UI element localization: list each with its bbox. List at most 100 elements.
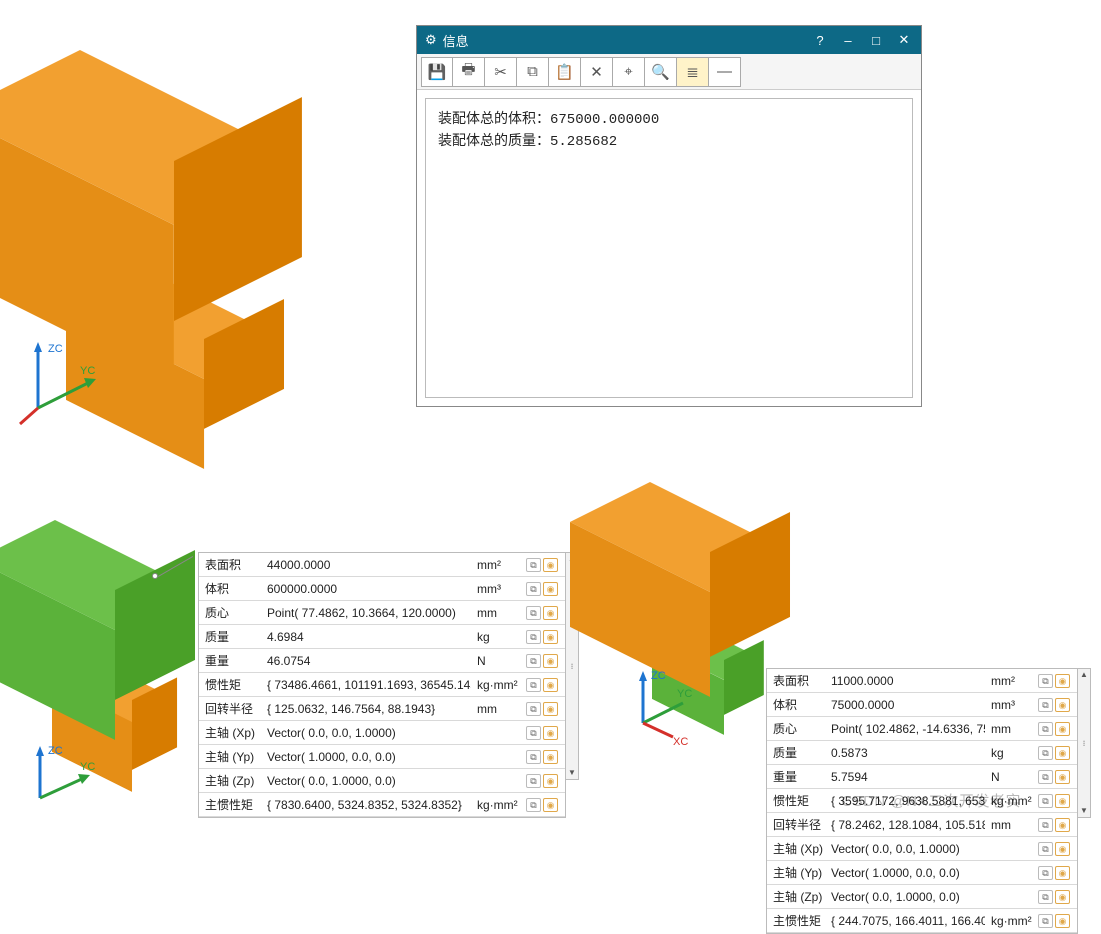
copy-icon[interactable]: ⧉	[1038, 842, 1053, 856]
copy-icon[interactable]: ⧉	[1038, 866, 1053, 880]
prop-actions[interactable]: ⧉◉	[523, 745, 565, 769]
prop-actions[interactable]: ⧉◉	[523, 649, 565, 673]
maximize-button[interactable]: □	[865, 29, 887, 51]
copy-icon[interactable]: ⧉	[526, 582, 541, 596]
copy-icon[interactable]: ⧉	[526, 774, 541, 788]
eye-icon[interactable]: ◉	[543, 582, 558, 596]
info-body[interactable]: 装配体总的体积：675000.000000 装配体总的质量：5.285682	[425, 98, 913, 398]
prop-actions[interactable]: ⧉◉	[1035, 717, 1077, 741]
copy-icon[interactable]: ⧉	[526, 750, 541, 764]
eye-icon[interactable]: ◉	[543, 702, 558, 716]
cut-icon[interactable]: ✂	[485, 57, 517, 87]
copy-icon[interactable]: ⧉	[1038, 746, 1053, 760]
copy-icon[interactable]: ⧉	[526, 678, 541, 692]
copy-icon[interactable]: ⧉	[526, 702, 541, 716]
eye-icon[interactable]: ◉	[1055, 770, 1070, 784]
resize-handle-right[interactable]: ▲⁝▼	[1077, 668, 1091, 818]
wrap-icon[interactable]: ≣	[677, 57, 709, 87]
eye-icon[interactable]: ◉	[543, 678, 558, 692]
copy-icon[interactable]: ⧉	[1038, 794, 1053, 808]
prop-label: 主轴 (Xp)	[199, 721, 261, 745]
table-row: 回转半径{ 125.0632, 146.7564, 88.1943}mm⧉◉	[199, 697, 565, 721]
table-row: 质量4.6984kg⧉◉	[199, 625, 565, 649]
eye-icon[interactable]: ◉	[1055, 746, 1070, 760]
prop-actions[interactable]: ⧉◉	[523, 769, 565, 793]
copy-icon[interactable]: ⧉	[1038, 770, 1053, 784]
info-line: 装配体总的体积：675000.000000	[438, 109, 900, 131]
eye-icon[interactable]: ◉	[1055, 890, 1070, 904]
minimize-button[interactable]: –	[837, 29, 859, 51]
prop-actions[interactable]: ⧉◉	[1035, 693, 1077, 717]
info-title: 信息	[443, 31, 469, 50]
copy-icon[interactable]: ⧉	[526, 558, 541, 572]
eye-icon[interactable]: ◉	[1055, 794, 1070, 808]
target-icon[interactable]: ⌖	[613, 57, 645, 87]
prop-label: 惯性矩	[767, 789, 825, 813]
eye-icon[interactable]: ◉	[1055, 698, 1070, 712]
eye-icon[interactable]: ◉	[543, 606, 558, 620]
eye-icon[interactable]: ◉	[1055, 818, 1070, 832]
save-icon[interactable]: 💾	[421, 57, 453, 87]
delete-icon[interactable]: ✕	[581, 57, 613, 87]
print-icon[interactable]: 🖶	[453, 57, 485, 87]
eye-icon[interactable]: ◉	[543, 630, 558, 644]
prop-actions[interactable]: ⧉◉	[523, 601, 565, 625]
eye-icon[interactable]: ◉	[1055, 722, 1070, 736]
copy-icon[interactable]: ⧉	[1038, 890, 1053, 904]
prop-actions[interactable]: ⧉◉	[1035, 885, 1077, 909]
eye-icon[interactable]: ◉	[543, 774, 558, 788]
copy-icon[interactable]: ⧉	[526, 654, 541, 668]
prop-actions[interactable]: ⧉◉	[1035, 837, 1077, 861]
prop-actions[interactable]: ⧉◉	[1035, 765, 1077, 789]
eye-icon[interactable]: ◉	[543, 654, 558, 668]
table-row: 主轴 (Yp)Vector( 1.0000, 0.0, 0.0)⧉◉	[199, 745, 565, 769]
property-panel-left: 表面积44000.0000mm²⧉◉体积600000.0000mm³⧉◉质心Po…	[198, 552, 566, 818]
prop-unit	[471, 769, 523, 793]
prop-actions[interactable]: ⧉◉	[1035, 813, 1077, 837]
prop-actions[interactable]: ⧉◉	[523, 793, 565, 817]
eye-icon[interactable]: ◉	[543, 726, 558, 740]
paste-icon[interactable]: 📋	[549, 57, 581, 87]
eye-icon[interactable]: ◉	[1055, 914, 1070, 928]
eye-icon[interactable]: ◉	[543, 558, 558, 572]
prop-actions[interactable]: ⧉◉	[1035, 789, 1077, 813]
minus-icon[interactable]: —	[709, 57, 741, 87]
prop-unit: kg·mm²	[471, 673, 523, 697]
eye-icon[interactable]: ◉	[1055, 842, 1070, 856]
copy-icon[interactable]: ⧉	[1038, 674, 1053, 688]
copy-icon[interactable]: ⧉	[517, 57, 549, 87]
prop-actions[interactable]: ⧉◉	[523, 697, 565, 721]
info-titlebar[interactable]: ⚙ 信息 ? – □ ✕	[417, 26, 921, 54]
prop-unit: kg·mm²	[471, 793, 523, 817]
eye-icon[interactable]: ◉	[1055, 866, 1070, 880]
eye-icon[interactable]: ◉	[543, 750, 558, 764]
copy-icon[interactable]: ⧉	[1038, 818, 1053, 832]
close-button[interactable]: ✕	[893, 29, 915, 51]
copy-icon[interactable]: ⧉	[526, 798, 541, 812]
copy-icon[interactable]: ⧉	[1038, 914, 1053, 928]
find-icon[interactable]: 🔍	[645, 57, 677, 87]
prop-actions[interactable]: ⧉◉	[523, 673, 565, 697]
prop-actions[interactable]: ⧉◉	[1035, 909, 1077, 933]
prop-actions[interactable]: ⧉◉	[1035, 669, 1077, 693]
copy-icon[interactable]: ⧉	[526, 630, 541, 644]
table-row: 惯性矩{ 3595.7172, 9638.5881, 6539.1081}kg·…	[767, 789, 1077, 813]
copy-icon[interactable]: ⧉	[1038, 698, 1053, 712]
prop-actions[interactable]: ⧉◉	[523, 553, 565, 577]
eye-icon[interactable]: ◉	[1055, 674, 1070, 688]
copy-icon[interactable]: ⧉	[526, 606, 541, 620]
help-button[interactable]: ?	[809, 29, 831, 51]
prop-unit	[985, 861, 1035, 885]
prop-label: 回转半径	[767, 813, 825, 837]
prop-value: 4.6984	[261, 625, 471, 649]
table-row: 主轴 (Zp)Vector( 0.0, 1.0000, 0.0)⧉◉	[767, 885, 1077, 909]
copy-icon[interactable]: ⧉	[1038, 722, 1053, 736]
prop-actions[interactable]: ⧉◉	[523, 721, 565, 745]
table-row: 主轴 (Xp)Vector( 0.0, 0.0, 1.0000)⧉◉	[199, 721, 565, 745]
prop-actions[interactable]: ⧉◉	[523, 577, 565, 601]
prop-actions[interactable]: ⧉◉	[523, 625, 565, 649]
prop-actions[interactable]: ⧉◉	[1035, 861, 1077, 885]
eye-icon[interactable]: ◉	[543, 798, 558, 812]
copy-icon[interactable]: ⧉	[526, 726, 541, 740]
prop-actions[interactable]: ⧉◉	[1035, 741, 1077, 765]
